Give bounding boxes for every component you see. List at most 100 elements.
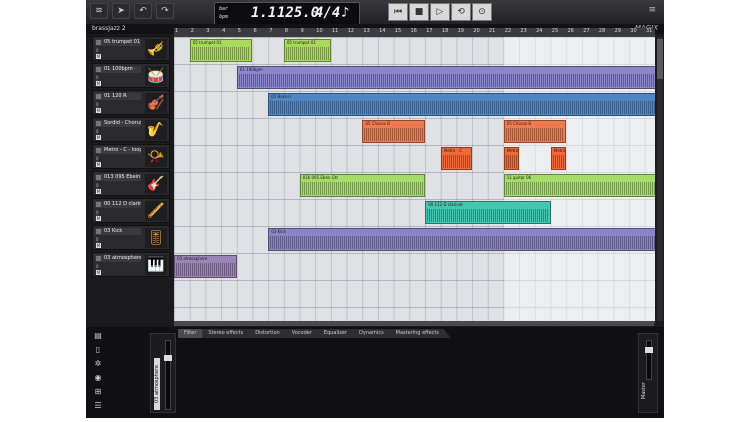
horizontal-scrollbar[interactable]	[174, 321, 655, 326]
track-name[interactable]: 01 120 R	[95, 93, 141, 100]
track-name[interactable]: Metro - C - loop 01	[95, 147, 141, 154]
track-header[interactable]: 05 trumpet 0100M🎺	[92, 36, 170, 61]
mute-button[interactable]: M	[96, 108, 101, 113]
effect-tab[interactable]: Distortion	[249, 329, 292, 338]
track-header[interactable]: 01 120 R00M🎻	[92, 90, 170, 115]
brass-section-icon[interactable]: 🎷	[145, 120, 167, 140]
ruler-tick-label: 21	[489, 28, 496, 34]
bass-icon[interactable]: 🎻	[145, 93, 167, 113]
clip-label: 05 trumpet 01	[286, 40, 316, 45]
mute-button[interactable]: M	[96, 54, 101, 59]
record-icon[interactable]: ◉	[93, 373, 103, 383]
guitar-icon[interactable]: 🎸	[145, 174, 167, 194]
master-fader[interactable]	[645, 340, 653, 380]
channel-fader[interactable]	[164, 340, 172, 410]
ruler-tick-label: 4	[222, 28, 226, 34]
track-name-label: Metro - C - loop 01	[104, 147, 141, 153]
audio-clip[interactable]: 05 trumpet 01	[189, 39, 253, 62]
audio-clip[interactable]: 05 Chorus B	[503, 120, 567, 143]
vertical-scrollbar[interactable]	[657, 37, 663, 321]
track-header[interactable]: 013 095 Ebein Gtr00M🎸	[92, 171, 170, 196]
channel-name: 03 atmosphere	[154, 358, 160, 410]
audio-clip[interactable]: 016 095 Eben Gtr	[299, 174, 426, 197]
track-name-label: 05 trumpet 01	[104, 39, 141, 45]
effect-tab[interactable]: Mastering effects	[389, 329, 451, 338]
wifi-icon[interactable]: ≋	[90, 3, 108, 19]
scroll-thumb[interactable]	[174, 321, 654, 326]
effect-tab[interactable]: Dynamics	[353, 329, 396, 338]
menu-icon[interactable]: ≡	[648, 5, 656, 15]
track-name[interactable]: 01 100bpm	[95, 66, 141, 73]
audio-clip[interactable]: Metro	[503, 147, 520, 170]
mute-button[interactable]: M	[96, 162, 101, 167]
waveform	[505, 155, 518, 168]
audio-clip[interactable]: 05 trumpet 01	[283, 39, 331, 62]
ruler-tick-label: 14	[379, 28, 386, 34]
timeline-ruler[interactable]: 1 2 3 4 5 6 7 8 9 10 11 12 13 14 15 16 17 18 19 20 21 22 23 24 2…	[174, 28, 655, 37]
audio-clip[interactable]: 01 100bpm	[236, 66, 655, 89]
eq-icon[interactable]: ☰	[93, 401, 103, 411]
note-icon[interactable]: ♪	[341, 5, 349, 21]
audio-clip[interactable]: 11 guitar 06	[503, 174, 655, 197]
audio-clip[interactable]: Metro	[550, 147, 567, 170]
audio-clip[interactable]: 03 Kick	[268, 228, 655, 251]
scroll-thumb[interactable]	[657, 39, 663, 79]
audio-clip[interactable]: Metro - C	[440, 147, 473, 170]
keyboard-icon[interactable]: 🎹	[145, 255, 167, 275]
effect-tab[interactable]: Equalizer	[317, 329, 360, 338]
clarinet-icon[interactable]: 🪈	[145, 201, 167, 221]
track-header[interactable]: Sordid - Chorus B00M🎷	[92, 117, 170, 142]
audio-clip[interactable]: 05 Chorus B	[362, 120, 426, 143]
position-readout: 1.1	[251, 5, 277, 21]
audio-clip[interactable]: 01 Bass-n	[268, 93, 655, 116]
play-icon[interactable]: ▷	[430, 3, 450, 21]
track-header[interactable]: 03 Kick00M🎚	[92, 225, 170, 250]
effects-icon[interactable]: ⊞	[93, 387, 103, 397]
fader-knob[interactable]	[645, 347, 653, 353]
loop-icon[interactable]: ⟲	[451, 3, 471, 21]
drums-icon[interactable]: 🥁	[145, 66, 167, 86]
horn-icon[interactable]: 📯	[145, 147, 167, 167]
ruler-tick-label: 7	[269, 28, 273, 34]
stop-icon[interactable]: ■	[409, 3, 429, 21]
track-header[interactable]: 00 112 D clarinet 0100M🪈	[92, 198, 170, 223]
track-name[interactable]: Sordid - Chorus B	[95, 120, 141, 127]
waveform	[427, 209, 549, 222]
mute-button[interactable]: M	[96, 135, 101, 140]
audio-clip[interactable]: 00 112 D clarinet	[425, 201, 551, 224]
track-header[interactable]: Metro - C - loop 0100M📯	[92, 144, 170, 169]
cursor-icon[interactable]: ➤	[112, 3, 130, 19]
mixer-icon[interactable]: 🎚	[145, 228, 167, 248]
track-name-label: 00 112 D clarinet 01	[104, 201, 141, 207]
time-signature-readout[interactable]: 4/4	[315, 5, 340, 21]
mixer-icon[interactable]: ▤	[93, 331, 103, 341]
undo-icon[interactable]: ↶	[134, 3, 152, 19]
rewind-icon[interactable]: ⏮	[388, 3, 408, 21]
mute-button[interactable]: M	[96, 189, 101, 194]
fader-knob[interactable]	[164, 355, 172, 361]
phone-icon[interactable]: ▯	[93, 345, 103, 355]
track-name[interactable]: 013 095 Ebein Gtr	[95, 174, 141, 181]
channel-strip: 03 atmosphere	[150, 333, 176, 413]
redo-icon[interactable]: ↷	[156, 3, 174, 19]
track-name[interactable]: 03 atmosphere	[95, 255, 141, 262]
settings-icon[interactable]: ✲	[93, 359, 103, 369]
track-name[interactable]: 03 Kick	[95, 228, 141, 235]
track-name[interactable]: 00 112 D clarinet 01	[95, 201, 141, 208]
track-header[interactable]: 03 atmosphere00M🎹	[92, 252, 170, 277]
ruler-tick-label: 26	[567, 28, 574, 34]
mute-button[interactable]: M	[96, 270, 101, 275]
trumpet-icon[interactable]: 🎺	[145, 39, 167, 59]
ruler-tick-label: 16	[410, 28, 417, 34]
mute-button[interactable]: M	[96, 243, 101, 248]
mute-button[interactable]: M	[96, 81, 101, 86]
track-name[interactable]: 05 trumpet 01	[95, 39, 141, 46]
ruler-tick-label: 24	[536, 28, 543, 34]
effect-tab[interactable]: Stereo effects	[202, 329, 256, 338]
mute-button[interactable]: M	[96, 216, 101, 221]
zoom-icon[interactable]: ⊙	[472, 3, 492, 21]
audio-clip[interactable]: 03 atmosphere	[174, 255, 237, 278]
tempo-readout[interactable]: 125.0	[277, 5, 319, 21]
track-header[interactable]: 01 100bpm00M🥁	[92, 63, 170, 88]
arrange-area[interactable]: 05 trumpet 01 05 trumpet 01 01 100bpm 01 Ba…	[174, 37, 655, 321]
